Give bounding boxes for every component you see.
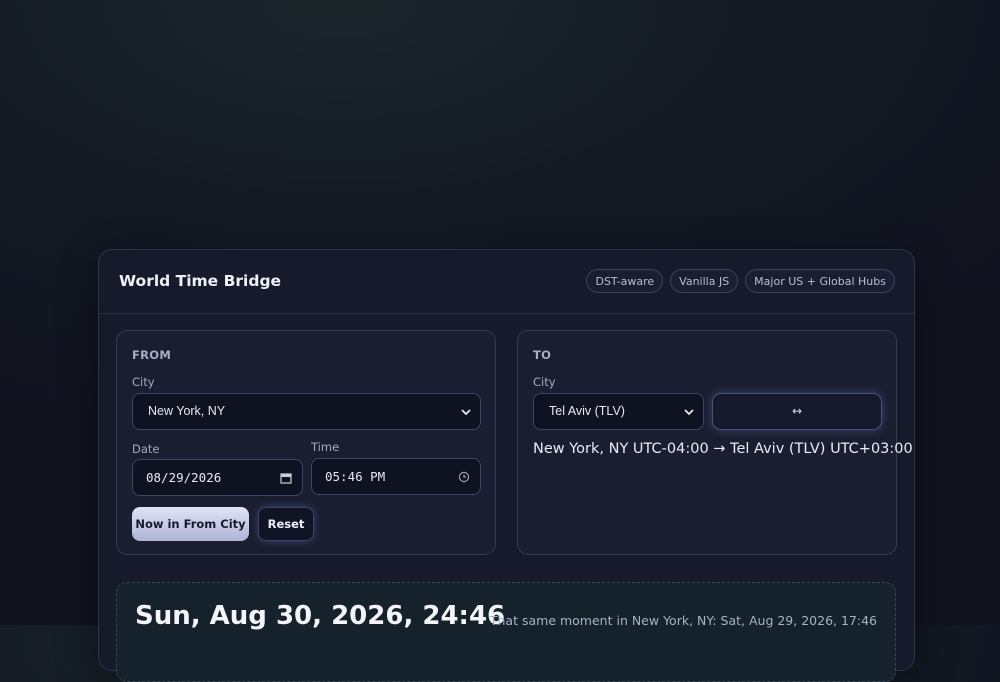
time-value: 05:46 PM bbox=[325, 469, 386, 484]
badge-vanilla-js: Vanilla JS bbox=[670, 269, 739, 293]
result-panel: Sun, Aug 30, 2026, 24:46 That same momen… bbox=[116, 582, 896, 682]
card-header: World Time Bridge DST-aware Vanilla JS M… bbox=[99, 250, 914, 314]
time-input[interactable]: 05:46 PM bbox=[311, 458, 481, 495]
from-city-label: City bbox=[132, 375, 155, 389]
date-value: 08/29/2026 bbox=[146, 470, 222, 485]
reset-button[interactable]: Reset bbox=[258, 507, 314, 541]
from-panel: FROM City New York, NY Date 08/29/2026 T… bbox=[116, 330, 496, 555]
to-title: TO bbox=[533, 348, 552, 362]
converter-card: World Time Bridge DST-aware Vanilla JS M… bbox=[98, 249, 915, 682]
date-input[interactable]: 08/29/2026 bbox=[132, 459, 303, 496]
now-in-from-city-button[interactable]: Now in From City bbox=[132, 507, 249, 541]
utc-offset-text: New York, NY UTC-04:00 → Tel Aviv (TLV) … bbox=[533, 441, 913, 457]
badge-dst-aware: DST-aware bbox=[586, 269, 664, 293]
from-title: FROM bbox=[132, 348, 172, 362]
from-city-value: New York, NY bbox=[148, 404, 226, 418]
calendar-icon[interactable] bbox=[280, 472, 292, 484]
badge-group: DST-aware Vanilla JS Major US + Global H… bbox=[586, 269, 895, 293]
app-title: World Time Bridge bbox=[119, 272, 282, 290]
date-label: Date bbox=[132, 442, 160, 456]
chevron-down-icon bbox=[461, 409, 471, 416]
converted-time: Sun, Aug 30, 2026, 24:46 bbox=[135, 601, 506, 631]
to-city-label: City bbox=[533, 375, 556, 389]
time-label: Time bbox=[311, 440, 340, 454]
same-moment-text: That same moment in New York, NY: Sat, A… bbox=[489, 613, 877, 628]
chevron-down-icon bbox=[684, 409, 694, 416]
badge-hubs: Major US + Global Hubs bbox=[745, 269, 895, 293]
to-panel: TO City Tel Aviv (TLV) ↔ New York, NY UT… bbox=[517, 330, 913, 555]
swap-button[interactable]: ↔ bbox=[712, 393, 882, 430]
clock-icon[interactable] bbox=[458, 471, 470, 483]
to-city-value: Tel Aviv (TLV) bbox=[549, 404, 625, 418]
to-city-select[interactable]: Tel Aviv (TLV) bbox=[533, 393, 704, 430]
from-city-select[interactable]: New York, NY bbox=[132, 393, 481, 430]
